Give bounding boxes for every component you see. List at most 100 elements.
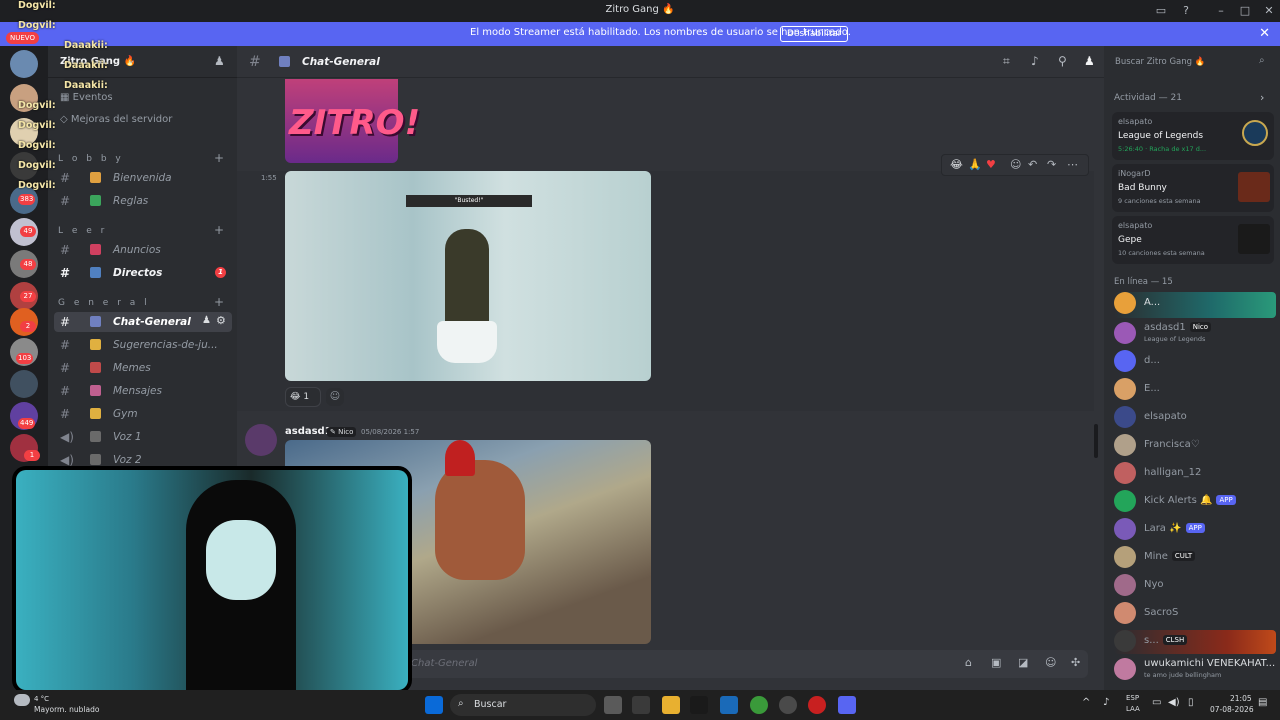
avatar xyxy=(1114,490,1136,512)
message-author[interactable]: asdasd1 xyxy=(285,426,332,437)
member-name-row: Lara ✨ APP xyxy=(1144,523,1205,534)
inbox-icon[interactable]: ▭ xyxy=(1150,2,1172,20)
add-member-icon[interactable]: ♟ xyxy=(214,54,225,68)
member-item[interactable]: asdasd1 Nico League of Legends xyxy=(1114,322,1274,346)
channel-voz-1[interactable]: ◀) Voz 1 xyxy=(54,427,232,447)
chevron-right-icon[interactable]: › xyxy=(1260,91,1264,104)
threads-icon[interactable]: ⌗ xyxy=(1003,54,1010,69)
reply-icon[interactable]: ↶ xyxy=(1028,158,1037,171)
member-item[interactable]: A... xyxy=(1114,292,1276,318)
forward-icon[interactable]: ↷ xyxy=(1047,158,1056,171)
member-item[interactable]: Mine CULT xyxy=(1114,546,1274,570)
channel-anuncios[interactable]: # Anuncios xyxy=(54,240,232,260)
chrome-icon[interactable] xyxy=(750,696,768,714)
lang-primary[interactable]: ESP xyxy=(1126,694,1139,702)
channel-gym[interactable]: # Gym xyxy=(54,404,232,424)
clock-date[interactable]: 07-08-2026 xyxy=(1210,705,1254,714)
zitro-image[interactable]: ZITRO! xyxy=(285,79,420,163)
member-list-icon[interactable]: ♟ xyxy=(1084,54,1095,68)
apps-icon[interactable]: ✣ xyxy=(1071,656,1080,669)
activity-card[interactable]: iNogarD Bad Bunny 9 canciones esta seman… xyxy=(1112,164,1274,212)
member-item[interactable]: Francisca♡ xyxy=(1114,434,1274,458)
gift-icon[interactable]: ⌂ xyxy=(965,656,972,669)
channel-mensajes[interactable]: # Mensajes xyxy=(54,381,232,401)
taskbar-search[interactable]: ⌕ Buscar xyxy=(450,694,596,716)
help-icon[interactable]: ? xyxy=(1175,2,1197,20)
add-channel-icon[interactable]: + xyxy=(214,151,224,165)
taskbar-search-label: Buscar xyxy=(474,699,507,710)
chevron-up-icon[interactable]: ^ xyxy=(1082,697,1090,708)
category-leer[interactable]: L e e r xyxy=(58,226,107,236)
add-reaction-icon[interactable]: ☺ xyxy=(1010,158,1021,171)
disable-streamer-button[interactable]: Deshabilitar xyxy=(780,26,849,42)
network-icon[interactable]: ▭ xyxy=(1152,697,1161,708)
obs-icon[interactable] xyxy=(779,696,797,714)
member-item[interactable]: s... CLSH xyxy=(1114,630,1276,654)
task-view-icon[interactable] xyxy=(604,696,622,714)
heart-reaction-icon[interactable]: ♥ xyxy=(986,158,996,171)
member-item[interactable]: Nyo xyxy=(1114,574,1274,598)
tv-emoji-icon xyxy=(90,267,101,278)
scrollbar-thumb[interactable] xyxy=(1094,424,1098,458)
maximize-button[interactable]: □ xyxy=(1234,2,1256,20)
file-explorer-icon[interactable] xyxy=(662,696,680,714)
emoji-icon[interactable]: ☺ xyxy=(1045,656,1056,669)
member-name: A... xyxy=(1144,297,1161,308)
member-item[interactable]: E... xyxy=(1114,378,1274,402)
category-general[interactable]: G e n e r a l xyxy=(58,298,150,308)
avatar[interactable] xyxy=(245,424,277,456)
invite-icon[interactable]: ♟ xyxy=(202,315,211,326)
reaction-chip[interactable]: 😂 1 xyxy=(285,387,321,407)
member-item[interactable]: elsapato xyxy=(1114,406,1274,430)
avatar xyxy=(1114,350,1136,372)
channel-memes[interactable]: # Memes xyxy=(54,358,232,378)
chat-line: Daaakii: xyxy=(64,40,108,51)
activity-card[interactable]: elsapato Gepe 10 canciones esta semana xyxy=(1112,216,1274,264)
discord-icon[interactable] xyxy=(838,696,856,714)
notifications-icon[interactable]: ▤ xyxy=(1258,697,1267,708)
attachment-image-bathroom[interactable]: "Busted!" xyxy=(285,171,651,381)
member-item[interactable]: uwukamichi VENEKAHAT... te amo jude bell… xyxy=(1114,658,1275,682)
check-emoji-icon xyxy=(90,195,101,206)
league-icon xyxy=(1242,120,1268,146)
sticker-icon[interactable]: ◪ xyxy=(1018,656,1028,669)
channel-sugerencias[interactable]: # Sugerencias-de-ju... xyxy=(54,335,232,355)
member-item[interactable]: halligan_12 xyxy=(1114,462,1274,486)
channel-chat-general[interactable]: # Chat-General ♟ ⚙ xyxy=(54,312,232,332)
battery-icon[interactable]: ▯ xyxy=(1188,697,1194,708)
windows-start-icon[interactable] xyxy=(425,696,443,714)
minimize-button[interactable]: – xyxy=(1210,2,1232,20)
mic-icon[interactable]: ♪ xyxy=(1103,697,1109,708)
widgets-icon[interactable] xyxy=(632,696,650,714)
member-search-area[interactable]: Buscar Zitro Gang 🔥 ⌕ xyxy=(1114,48,1270,68)
opera-icon[interactable] xyxy=(808,696,826,714)
app-icon[interactable] xyxy=(690,696,708,714)
laugh-reaction-icon[interactable]: 😂 xyxy=(950,158,963,171)
gif-icon[interactable]: ▣ xyxy=(991,656,1001,669)
close-window-button[interactable]: ✕ xyxy=(1258,2,1280,20)
close-banner-icon[interactable]: ✕ xyxy=(1259,26,1270,41)
server-icon-11[interactable] xyxy=(10,370,38,398)
title-bar: Zitro Gang 🔥 ▭ ? – □ ✕ xyxy=(0,0,1280,22)
volume-icon[interactable]: ◀) xyxy=(1168,697,1180,708)
store-icon[interactable] xyxy=(720,696,738,714)
add-channel-icon[interactable]: + xyxy=(214,223,224,237)
channel-directos[interactable]: # Directos 1 xyxy=(54,263,232,283)
search-icon[interactable]: ⌕ xyxy=(1259,55,1265,66)
pray-reaction-icon[interactable]: 🙏 xyxy=(968,158,982,171)
member-item[interactable]: SacroS xyxy=(1114,602,1274,626)
member-status: te amo jude bellingham xyxy=(1144,671,1222,679)
add-reaction-icon[interactable]: ☺ xyxy=(326,388,344,406)
bell-icon[interactable]: ♪ xyxy=(1031,54,1039,68)
channel-reglas[interactable]: # Reglas xyxy=(54,191,232,211)
more-icon[interactable]: ⋯ xyxy=(1067,158,1078,171)
lang-secondary[interactable]: LAA xyxy=(1126,705,1140,713)
member-item[interactable]: Lara ✨ APP xyxy=(1114,518,1274,542)
member-item[interactable]: d... xyxy=(1114,350,1274,374)
activity-card[interactable]: elsapato League of Legends 5:26:40 · Rac… xyxy=(1112,112,1274,160)
add-channel-icon[interactable]: + xyxy=(214,295,224,309)
gear-icon[interactable]: ⚙ xyxy=(216,314,226,327)
pin-icon[interactable]: ⚲ xyxy=(1058,54,1067,68)
clock-time[interactable]: 21:05 xyxy=(1230,694,1252,703)
member-item[interactable]: Kick Alerts 🔔 APP xyxy=(1114,490,1274,514)
